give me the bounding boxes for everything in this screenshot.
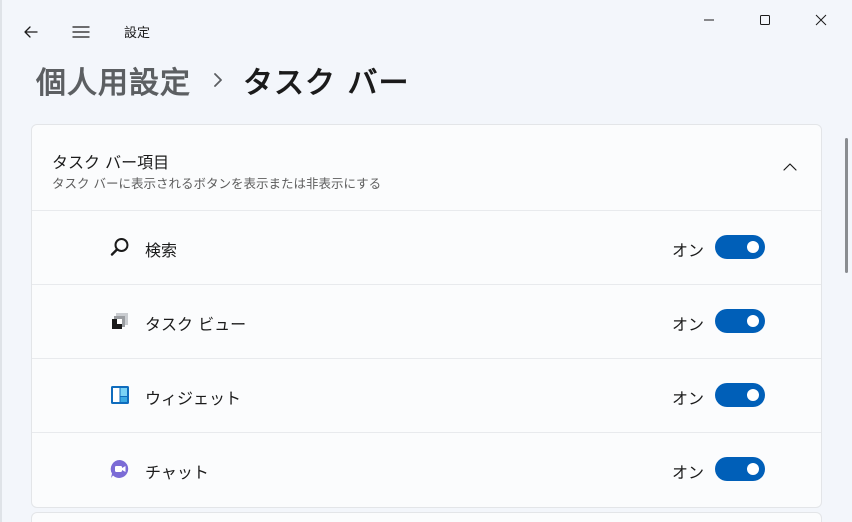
task-view-toggle[interactable] — [715, 309, 765, 333]
collapse-button[interactable] — [780, 157, 800, 177]
item-label: 検索 — [145, 241, 178, 260]
task-view-icon — [108, 309, 132, 333]
toggle-knob — [747, 315, 759, 327]
chat-icon — [108, 457, 132, 481]
page-title: タスク バー — [243, 66, 410, 101]
item-label: ウィジェット — [145, 389, 242, 408]
toggle-state-text: オン — [672, 389, 705, 408]
breadcrumb-separator — [213, 73, 223, 87]
toggle-knob — [747, 389, 759, 401]
back-button[interactable] — [17, 18, 45, 46]
toggle-knob — [747, 463, 759, 475]
widgets-toggle[interactable] — [715, 383, 765, 407]
breadcrumb: 個人用設定 タスク バー — [36, 58, 409, 102]
taskbar-items-section: タスク バー項目 タスク バーに表示されるボタンを表示または非表示にする 検索 … — [31, 124, 822, 508]
search-icon — [108, 235, 132, 259]
toggle-state-text: オン — [672, 241, 705, 260]
maximize-button[interactable] — [742, 4, 788, 36]
navigation-menu-button[interactable] — [67, 18, 95, 46]
toggle-state-text: オン — [672, 463, 705, 482]
settings-window: 設定 個人用設定 タスク バー タスク バー項目 タスク バーに表示されるボタン… — [0, 0, 852, 522]
section-title: タスク バー項目 — [52, 153, 170, 172]
item-label: タスク ビュー — [145, 315, 247, 334]
app-title: 設定 — [124, 26, 151, 41]
section-header[interactable]: タスク バー項目 タスク バーに表示されるボタンを表示または非表示にする — [32, 125, 821, 210]
close-icon — [815, 14, 827, 26]
item-label: チャット — [145, 463, 209, 482]
list-item-chat: チャット オン — [32, 432, 821, 506]
hamburger-menu-icon — [72, 26, 90, 38]
window-edge — [0, 0, 2, 522]
breadcrumb-parent-personalization[interactable]: 個人用設定 — [36, 58, 191, 102]
toggle-knob — [747, 241, 759, 253]
next-section-card[interactable] — [31, 512, 822, 522]
maximize-icon — [760, 15, 770, 25]
chevron-up-icon — [783, 163, 797, 171]
list-item-search: 検索 オン — [32, 210, 821, 284]
scrollbar-thumb[interactable] — [845, 138, 848, 273]
chevron-right-icon — [214, 73, 222, 87]
minimize-icon — [704, 19, 714, 21]
back-arrow-icon — [24, 26, 38, 38]
title-bar: 設定 — [0, 0, 852, 48]
chat-toggle[interactable] — [715, 457, 765, 481]
widgets-icon — [108, 383, 132, 407]
list-item-task-view: タスク ビュー オン — [32, 284, 821, 358]
search-toggle[interactable] — [715, 235, 765, 259]
toggle-state-text: オン — [672, 315, 705, 334]
minimize-button[interactable] — [686, 4, 732, 36]
section-subtitle: タスク バーに表示されるボタンを表示または非表示にする — [52, 176, 382, 191]
list-item-widgets: ウィジェット オン — [32, 358, 821, 432]
close-button[interactable] — [798, 4, 844, 36]
